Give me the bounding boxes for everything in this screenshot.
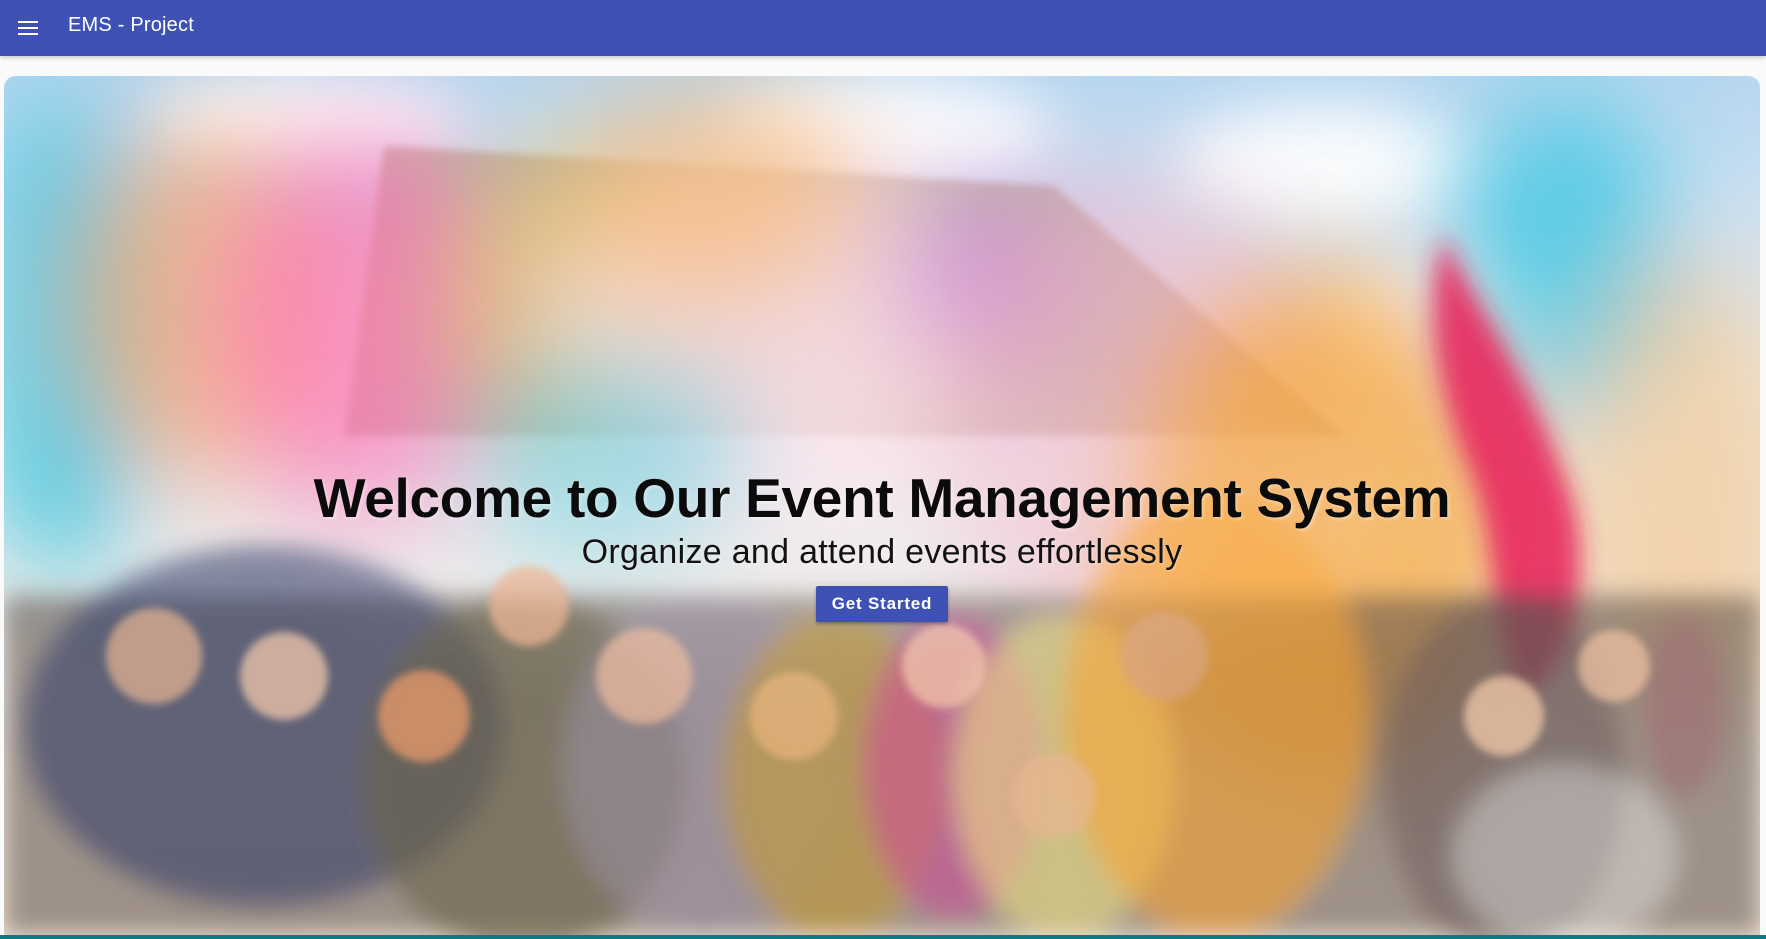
top-app-bar: EMS - Project (0, 0, 1766, 56)
hero-content: Welcome to Our Event Management System O… (4, 466, 1760, 622)
hero-subtitle: Organize and attend events effortlessly (581, 533, 1183, 571)
hero-title: Welcome to Our Event Management System (313, 467, 1451, 529)
hero-banner: Welcome to Our Event Management System O… (4, 76, 1760, 935)
app-title: EMS - Project (68, 13, 194, 36)
bottom-edge-strip (0, 935, 1766, 939)
get-started-button[interactable]: Get Started (815, 586, 949, 622)
menu-icon (18, 21, 38, 35)
menu-button[interactable] (0, 3, 56, 53)
